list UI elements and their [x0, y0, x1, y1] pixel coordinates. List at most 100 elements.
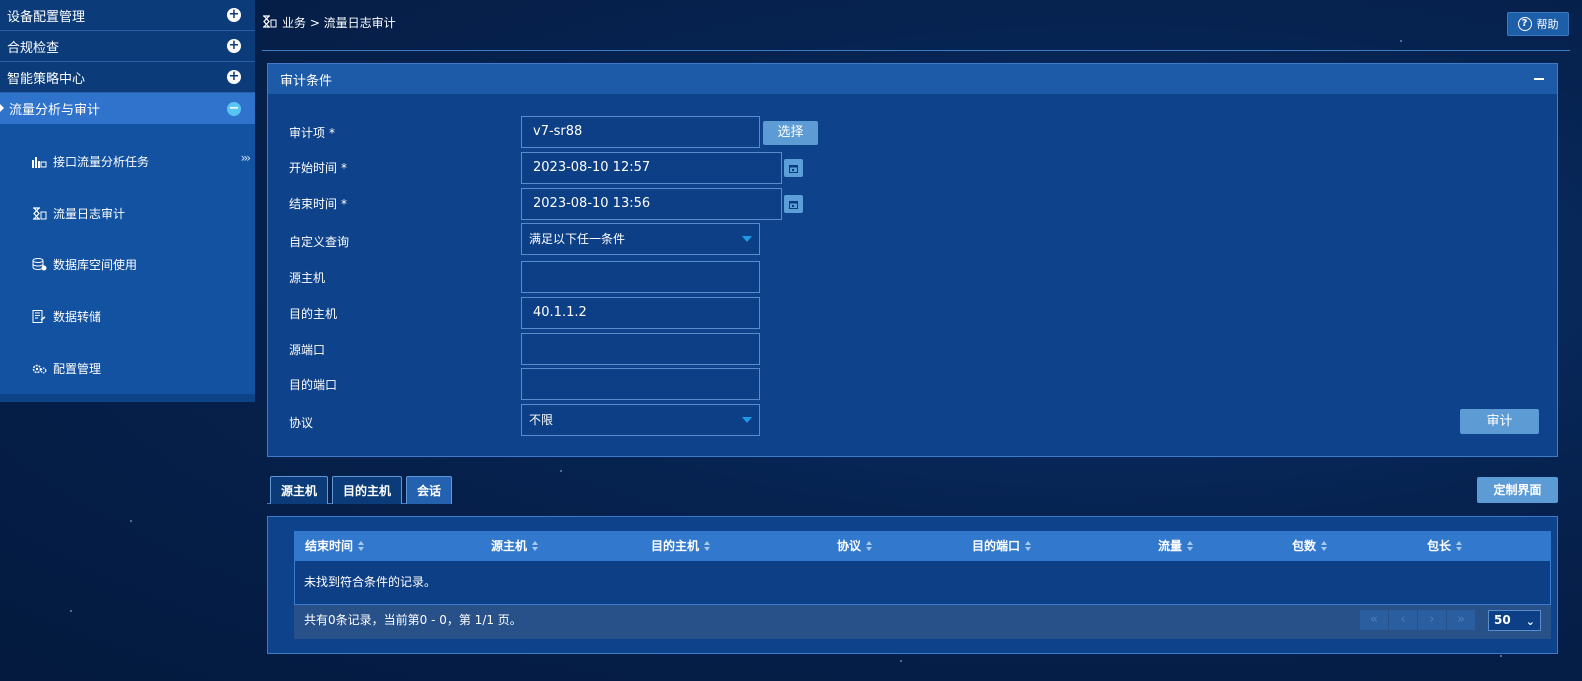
- result-table-panel: 结束时间 源主机 目的主机 协议 目的端口 流量 包数 包长 未找到符合条件的记…: [267, 516, 1558, 654]
- tab-session[interactable]: 会话: [406, 476, 453, 504]
- menu-label: 智能策略中心: [7, 71, 86, 87]
- empty-message: 未找到符合条件的记录。: [294, 561, 1551, 605]
- sort-icon[interactable]: [1321, 541, 1328, 551]
- label-text: 开始时间: [289, 161, 338, 175]
- column-dst-host[interactable]: 目的主机: [651, 531, 711, 561]
- column-label: 目的端口: [972, 539, 1021, 553]
- start-time-input[interactable]: 2023-08-10 12:57: [521, 152, 782, 184]
- prev-page-icon[interactable]: ‹: [1389, 610, 1417, 630]
- sidebar-item-label: 接口流量分析任务: [53, 155, 150, 170]
- end-time-input[interactable]: 2023-08-10 13:56: [521, 188, 782, 220]
- column-dst-port[interactable]: 目的端口: [972, 531, 1032, 561]
- tab-dest-host[interactable]: 目的主机: [332, 476, 403, 504]
- breadcrumb: 业务 > 流量日志审计: [262, 14, 396, 31]
- custom-query-value: 满足以下任一条件: [529, 232, 626, 246]
- record-summary: 共有0条记录，当前第0 - 0，第 1/1 页。: [304, 613, 522, 627]
- audit-button[interactable]: 审计: [1460, 409, 1539, 434]
- expand-arrow-icon[interactable]: ›››: [241, 151, 252, 165]
- header-divider: [262, 50, 1570, 51]
- select-button[interactable]: 选择: [763, 121, 818, 145]
- menu-traffic-analysis[interactable]: 流量分析与审计 −: [0, 93, 255, 124]
- column-traffic[interactable]: 流量: [1158, 531, 1194, 561]
- column-label: 目的主机: [651, 539, 700, 553]
- first-page-icon[interactable]: «: [1360, 610, 1388, 630]
- column-protocol[interactable]: 协议: [837, 531, 873, 561]
- column-label: 流量: [1158, 539, 1183, 553]
- collapse-icon[interactable]: [1534, 78, 1544, 80]
- required-mark: *: [341, 197, 348, 211]
- submenu: 接口流量分析任务 ››› 流量日志审计 数据库空间使用 数据转储 配置管理: [0, 124, 255, 394]
- start-time-label: 开始时间 *: [289, 159, 347, 176]
- hourglass-icon: [262, 14, 277, 31]
- calendar-icon[interactable]: [784, 159, 803, 177]
- page-size-select[interactable]: 50 ⌄: [1488, 610, 1541, 631]
- label-text: 结束时间: [289, 197, 338, 211]
- protocol-select[interactable]: 不限: [521, 404, 760, 436]
- sort-icon[interactable]: [1187, 541, 1194, 551]
- sort-icon[interactable]: [1456, 541, 1463, 551]
- sidebar-item-db-space[interactable]: 数据库空间使用: [0, 239, 255, 291]
- dropdown-arrow-icon: [742, 417, 752, 423]
- src-port-input[interactable]: [521, 333, 760, 365]
- src-host-input[interactable]: [521, 261, 760, 293]
- sidebar: 设备配置管理 + 合规检查 + 智能策略中心 + 流量分析与审计 − 接口流量分…: [0, 0, 255, 402]
- audit-item-input[interactable]: v7-sr88: [521, 116, 760, 148]
- sidebar-item-data-dump[interactable]: 数据转储: [0, 291, 255, 343]
- label-text: 审计项: [289, 126, 326, 140]
- column-label: 包数: [1292, 539, 1317, 553]
- custom-query-label: 自定义查询: [289, 235, 350, 249]
- gears-icon: [32, 362, 47, 375]
- sort-icon[interactable]: [1025, 541, 1032, 551]
- menu-smart-policy[interactable]: 智能策略中心 +: [0, 62, 255, 93]
- pagination: « ‹ › »: [1360, 610, 1475, 630]
- audit-condition-panel: 审计条件 审计项 * v7-sr88 选择 开始时间 * 2023-08-10 12…: [267, 63, 1558, 457]
- minus-circle-icon[interactable]: −: [227, 101, 241, 116]
- last-page-icon[interactable]: »: [1447, 610, 1475, 630]
- end-time-label: 结束时间 *: [289, 195, 347, 212]
- dst-host-input[interactable]: 40.1.1.2: [521, 297, 760, 329]
- sidebar-item-traffic-log-audit[interactable]: 流量日志审计: [0, 188, 255, 240]
- sort-icon[interactable]: [866, 541, 873, 551]
- sidebar-item-label: 数据库空间使用: [53, 258, 138, 273]
- custom-query-select[interactable]: 满足以下任一条件: [521, 223, 760, 255]
- sidebar-item-label: 配置管理: [53, 361, 102, 376]
- sort-icon[interactable]: [704, 541, 711, 551]
- help-label: 帮助: [1536, 18, 1559, 31]
- column-packets[interactable]: 包数: [1292, 531, 1328, 561]
- sidebar-item-label: 流量日志审计: [53, 206, 126, 221]
- sort-icon[interactable]: [358, 541, 365, 551]
- column-packet-length[interactable]: 包长: [1427, 531, 1463, 561]
- menu-compliance-check[interactable]: 合规检查 +: [0, 31, 255, 62]
- dropdown-arrow-icon: [742, 236, 752, 242]
- help-button[interactable]: ? 帮助: [1507, 12, 1569, 36]
- sidebar-item-interface-traffic[interactable]: 接口流量分析任务 ›››: [0, 136, 255, 188]
- breadcrumb-text: 业务 > 流量日志审计: [282, 16, 396, 30]
- dst-port-input[interactable]: [521, 368, 760, 400]
- column-end-time[interactable]: 结束时间: [305, 531, 365, 561]
- panel-title: 审计条件: [280, 73, 333, 89]
- sidebar-item-config-mgmt[interactable]: 配置管理: [0, 342, 255, 394]
- menu-label: 流量分析与审计: [9, 103, 101, 118]
- panel-header: 审计条件: [268, 64, 1557, 94]
- sort-icon[interactable]: [532, 541, 539, 551]
- chevron-down-icon: ⌄: [1525, 615, 1535, 628]
- calendar-icon[interactable]: [784, 195, 803, 213]
- plus-circle-icon[interactable]: +: [227, 39, 241, 53]
- protocol-value: 不限: [529, 413, 554, 427]
- src-port-label: 源端口: [289, 343, 326, 357]
- plus-circle-icon[interactable]: +: [227, 8, 241, 22]
- table-header: 结束时间 源主机 目的主机 协议 目的端口 流量 包数 包长: [294, 531, 1551, 561]
- column-src-host[interactable]: 源主机: [491, 531, 539, 561]
- bar-chart-icon: [32, 155, 47, 169]
- tab-source-host[interactable]: 源主机: [270, 476, 329, 504]
- protocol-label: 协议: [289, 416, 314, 430]
- column-label: 结束时间: [305, 539, 354, 553]
- column-label: 源主机: [491, 539, 528, 553]
- dst-port-label: 目的端口: [289, 378, 338, 392]
- next-page-icon[interactable]: ›: [1418, 610, 1446, 630]
- question-icon: ?: [1517, 17, 1532, 31]
- menu-device-config[interactable]: 设备配置管理 +: [0, 0, 255, 31]
- table-footer: 共有0条记录，当前第0 - 0，第 1/1 页。 « ‹ › » 50 ⌄: [294, 605, 1551, 639]
- plus-circle-icon[interactable]: +: [227, 70, 241, 84]
- custom-view-button[interactable]: 定制界面: [1477, 477, 1558, 503]
